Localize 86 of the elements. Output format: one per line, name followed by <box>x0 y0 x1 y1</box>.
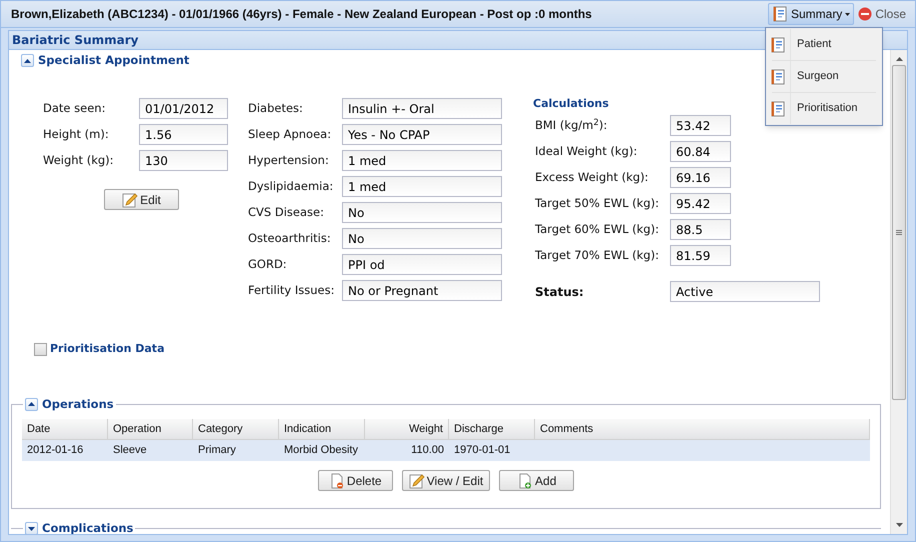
field-label: Hypertension: <box>248 152 330 170</box>
table-row[interactable]: 2012-01-16 Sleeve Primary Morbid Obesity 110.00 1970-01-01 <box>22 440 870 461</box>
section-title: Operations <box>42 396 114 413</box>
triangle-down-icon <box>28 526 35 531</box>
field-label: Diabetes: <box>248 100 304 118</box>
section-title: Specialist Appointment <box>38 52 190 69</box>
text-field[interactable]: Insulin +- Oral <box>342 98 502 120</box>
column-header[interactable]: Operation <box>108 419 193 439</box>
text-field[interactable]: 95.42 <box>670 193 731 214</box>
text-field[interactable]: PPI od <box>342 254 502 276</box>
text-field[interactable]: 1 med <box>342 176 502 198</box>
table-cell-text: Primary <box>198 443 236 458</box>
column-header[interactable]: Date <box>22 419 108 439</box>
column-header[interactable]: Comments <box>535 419 870 439</box>
column-header[interactable]: Discharge <box>449 419 535 439</box>
text-field[interactable]: 1 med <box>342 150 502 172</box>
table-cell-text: 110.00 <box>411 443 444 458</box>
text-field[interactable]: Active <box>670 281 820 302</box>
field-label: Ideal Weight (kg): <box>535 143 638 160</box>
text-field[interactable]: 53.42 <box>670 115 731 136</box>
add-button[interactable]: Add <box>499 470 574 491</box>
notebook-icon <box>772 6 788 22</box>
table-cell-text: 2012-01-16 <box>27 443 84 458</box>
text-field[interactable]: 130 <box>139 150 228 172</box>
grip-icon <box>896 230 902 235</box>
scroll-thumb[interactable] <box>892 65 906 400</box>
status-label: Status: <box>535 284 585 301</box>
text-field[interactable]: 60.84 <box>670 141 731 162</box>
field-label: Target 60% EWL (kg): <box>535 221 660 238</box>
field-label: Fertility Issues: <box>248 282 336 300</box>
menu-item[interactable]: Surgeon <box>766 61 882 92</box>
edit-button[interactable]: Edit <box>104 189 179 210</box>
text-field[interactable]: No <box>342 228 502 250</box>
notebook-icon <box>770 36 786 52</box>
field-label: Date seen: <box>43 100 106 118</box>
field-label: Height (m): <box>43 126 110 144</box>
scroll-down-icon <box>896 523 902 527</box>
edit-button[interactable]: View / Edit <box>402 470 490 491</box>
expand-toggle[interactable] <box>25 522 38 534</box>
column-header[interactable]: Indication <box>279 419 365 439</box>
close-icon <box>858 7 872 21</box>
delete-button[interactable]: Delete <box>318 470 393 491</box>
notebook-icon <box>770 68 786 84</box>
scroll-up-icon <box>896 57 902 61</box>
collapse-toggle[interactable] <box>21 54 34 68</box>
collapse-toggle[interactable] <box>25 398 38 411</box>
text-field[interactable]: Yes - No CPAP <box>342 124 502 146</box>
close-button[interactable]: Close <box>857 3 907 25</box>
field-label: CVS Disease: <box>248 204 325 222</box>
caret-icon <box>845 12 850 16</box>
text-field[interactable]: No <box>342 202 502 224</box>
table-cell-text: Morbid Obesity <box>284 443 358 458</box>
calculations-title: Calculations <box>533 96 609 110</box>
table-cell-text: 1970-01-01 <box>454 443 510 458</box>
field-label: Dyslipidaemia: <box>248 178 334 196</box>
field-label: Sleep Apnoea: <box>248 126 332 144</box>
checkbox-label: Prioritisation Data <box>50 341 164 358</box>
pencil-icon <box>408 472 425 488</box>
field-label: Excess Weight (kg): <box>535 169 650 186</box>
text-field[interactable]: No or Pregnant <box>342 280 502 302</box>
pencil-icon <box>122 192 138 208</box>
column-header[interactable]: Weight <box>365 419 449 439</box>
triangle-up-icon <box>24 58 31 63</box>
triangle-up-icon <box>28 402 35 406</box>
menu-item[interactable]: Patient <box>766 29 882 60</box>
field-label: BMI (kg/m$^{2}$): <box>535 117 608 134</box>
patient-info: Brown,Elizabeth (ABC1234) - 01/01/1966 (46yrs) - Female - New Zealand European - Post op :0 months <box>11 6 593 23</box>
text-field[interactable]: 69.16 <box>670 167 731 188</box>
field-label: Weight (kg): <box>43 152 115 170</box>
summary-button[interactable]: Summary <box>768 3 854 25</box>
column-header[interactable]: Category <box>193 419 279 439</box>
text-field[interactable]: 81.59 <box>670 245 731 266</box>
checkbox[interactable] <box>34 343 47 356</box>
document-add-icon <box>517 472 534 488</box>
field-label: Osteoarthritis: <box>248 230 332 248</box>
document-remove-icon <box>328 472 345 488</box>
field-label: Target 50% EWL (kg): <box>535 195 660 212</box>
text-field[interactable]: 01/01/2012 <box>139 98 228 120</box>
field-label: GORD: <box>248 256 288 274</box>
menu-item[interactable]: Prioritisation <box>766 93 882 124</box>
table-cell-text: Sleeve <box>113 443 147 458</box>
notebook-icon <box>770 100 786 116</box>
text-field[interactable]: 1.56 <box>139 124 228 146</box>
field-label: Target 70% EWL (kg): <box>535 247 660 264</box>
scrollbar[interactable] <box>890 50 907 534</box>
text-field[interactable]: 88.5 <box>670 219 731 240</box>
